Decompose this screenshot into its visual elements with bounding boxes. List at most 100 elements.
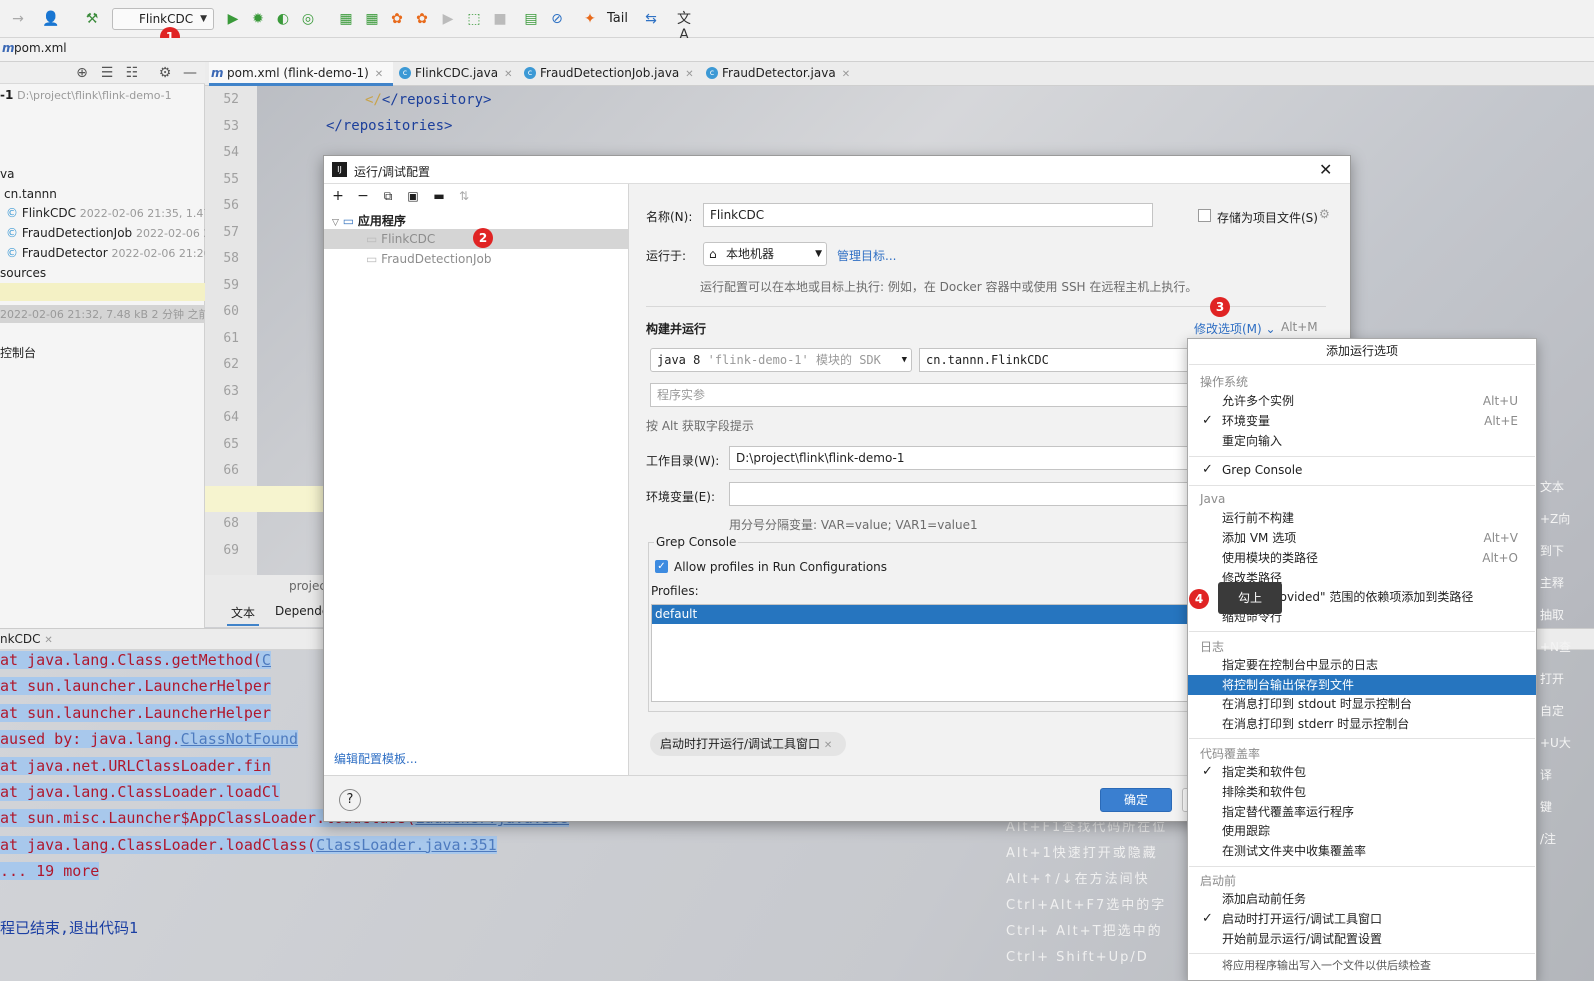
option-write-output[interactable]: 将应用程序输出写入一个文件以供后续检查 (1188, 956, 1536, 976)
option-show-stdout[interactable]: 在消息打印到 stdout 时显示控制台 (1188, 694, 1536, 714)
open-tool-window-chip[interactable]: 启动时打开运行/调试工具窗口 ✕ (650, 732, 846, 756)
console-line[interactable]: at sun.launcher.LauncherHelper (0, 677, 271, 696)
debug-icon[interactable]: ✹ (250, 11, 266, 27)
tree-item-fraud-detection-job[interactable]: ▭ FraudDetectionJob (366, 252, 492, 266)
store-checkbox[interactable] (1198, 209, 1211, 222)
file-node[interactable]: © FraudDetectionJob 2022-02-06 2 (6, 226, 205, 240)
tab-flinkcdc[interactable]: c FlinkCDC.java ✕ (397, 62, 519, 86)
console-link[interactable]: ClassNotFound (181, 730, 298, 748)
java-folder[interactable]: va (0, 167, 14, 181)
console-line[interactable]: at java.lang.ClassLoader.loadCl (0, 783, 280, 801)
store-label: 存储为项目文件(S) (1217, 211, 1318, 225)
file-node[interactable]: © FraudDetector 2022-02-06 21:26, (6, 246, 205, 260)
help-button[interactable]: ? (339, 789, 361, 811)
chart-icon[interactable]: ▤ (523, 11, 539, 27)
translate-icon[interactable]: 文A (676, 11, 692, 43)
close-icon[interactable]: ✕ (1319, 160, 1332, 179)
console-line[interactable]: at sun.launcher.LauncherHelper (0, 703, 271, 722)
console-line[interactable]: at java.net.URLClassLoader.fin (0, 756, 271, 775)
modify-options-link[interactable]: 修改选项(M) ⌄ (1194, 320, 1276, 337)
option-show-settings[interactable]: 开始前显示运行/调试配置设置 (1188, 929, 1536, 949)
allow-profiles-checkbox[interactable]: ✓ (655, 560, 668, 573)
option-cov-tracing[interactable]: 使用跟踪 (1188, 821, 1536, 841)
tail-label[interactable]: Tail (607, 11, 628, 26)
option-cov-test-folders[interactable]: 在测试文件夹中收集覆盖率 (1188, 841, 1536, 861)
option-redirect-input[interactable]: 重定向输入 (1188, 431, 1536, 451)
tab-text[interactable]: 文本 (227, 604, 260, 626)
console-node[interactable]: 控制台 (0, 344, 36, 361)
option-log-console[interactable]: 指定要在控制台中显示的日志 (1188, 655, 1536, 675)
option-module-classpath[interactable]: 使用模块的类路径 Alt+O (1188, 548, 1536, 568)
tab-dependencies[interactable]: Depende (275, 604, 329, 618)
attach-debugger-icon[interactable]: ⬚ (466, 11, 482, 27)
option-add-before-task[interactable]: 添加启动前任务 (1188, 889, 1536, 909)
remove-icon[interactable]: − (355, 188, 371, 204)
copy-icon[interactable]: ⧉ (380, 188, 396, 204)
sort-icon[interactable]: ⇅ (456, 188, 472, 204)
expand-all-icon[interactable]: ☰ (99, 65, 115, 81)
save-icon[interactable]: ▣ (405, 188, 421, 204)
tab-pom-xml[interactable]: m pom.xml (flink-demo-1) ✕ (209, 62, 393, 86)
tree-item-flinkcdc[interactable]: ▭ FlinkCDC (366, 232, 435, 246)
ok-button[interactable]: 确定 (1100, 788, 1172, 812)
option-cov-classes[interactable]: ✓ 指定类和软件包 (1188, 762, 1536, 782)
tab-fraud-detection-job[interactable]: c FraudDetectionJob.java ✕ (522, 62, 700, 86)
build-module-icon[interactable]: ▦ (338, 11, 354, 27)
build-hammer-icon[interactable]: ⚒ (84, 11, 100, 27)
resume-icon[interactable]: ▶ (440, 11, 456, 27)
gear-icon[interactable]: ⚙ (157, 65, 173, 81)
pom-row[interactable]: 2022-02-06 21:32, 7.48 kB 2 分钟 之前 (0, 305, 205, 323)
gear-icon[interactable]: ⚙ (1319, 207, 1330, 221)
tab-project[interactable]: projec (289, 579, 326, 593)
minimize-icon[interactable]: — (182, 65, 198, 81)
add-icon[interactable]: + (330, 188, 346, 204)
forward-icon[interactable]: → (10, 11, 26, 27)
debug-plugin-icon[interactable]: ✿ (414, 11, 430, 27)
tail-icon[interactable]: ✦ (582, 11, 598, 27)
coverage-icon[interactable]: ◐ (275, 11, 291, 27)
console-line[interactable]: ... 19 more (0, 862, 100, 881)
user-icon[interactable]: 👤 (42, 11, 59, 27)
run-config-selector[interactable]: FlinkCDC ▼ (112, 8, 214, 30)
console-link[interactable]: C (262, 651, 271, 669)
option-open-tool-window[interactable]: ✓ 启动时打开运行/调试工具窗口 (1188, 909, 1536, 929)
sdk-select[interactable]: java 8 'flink-demo-1' 模块的 SDK ▼ (650, 348, 912, 372)
sources-node[interactable]: sources (0, 266, 46, 280)
console-line[interactable]: at java.lang.ClassLoader.loadClass(Class… (0, 835, 497, 854)
tree-root[interactable]: ▽ ▭ 应用程序 (332, 212, 406, 229)
option-cov-runner[interactable]: 指定替代覆盖率运行程序 (1188, 802, 1536, 822)
option-env-vars[interactable]: ✓ 环境变量 Alt+E (1188, 411, 1536, 431)
locate-icon[interactable]: ⊕ (74, 65, 90, 81)
profile-icon[interactable]: ◎ (300, 11, 316, 27)
stop-icon[interactable]: ■ (492, 11, 508, 27)
option-add-vm[interactable]: 添加 VM 选项 Alt+V (1188, 528, 1536, 548)
name-field[interactable]: FlinkCDC (703, 203, 1153, 227)
no-entry-icon[interactable]: ⊘ (549, 11, 565, 27)
collapse-all-icon[interactable]: ☷ (124, 65, 140, 81)
tab-fraud-detector[interactable]: c FraudDetector.java ✕ (704, 62, 856, 86)
run-on-select[interactable]: ⌂ 本地机器 ▼ (703, 242, 827, 266)
option-show-stderr[interactable]: 在消息打印到 stderr 时显示控制台 (1188, 714, 1536, 734)
edit-templates-link[interactable]: 编辑配置模板... (334, 750, 417, 767)
package-node[interactable]: cn.tannn (4, 187, 57, 201)
folder-icon[interactable]: ▬ (431, 188, 447, 204)
switch-icon[interactable]: ⇆ (643, 11, 659, 27)
breadcrumb-file[interactable]: pom.xml (14, 41, 67, 55)
file-node[interactable]: © FlinkCDC 2022-02-06 21:35, 1.47 k (6, 206, 205, 220)
code-line-53[interactable]: </repositories> (326, 118, 452, 134)
console-line[interactable]: aused by: java.lang.ClassNotFound (0, 730, 299, 749)
option-allow-multiple[interactable]: 允许多个实例 Alt+U (1188, 391, 1536, 411)
rebuild-icon[interactable]: ▦ (364, 11, 380, 27)
console-link[interactable]: ClassLoader.java:351 (316, 836, 497, 854)
code-line-52[interactable]: </</repository> (365, 92, 491, 108)
manage-targets-link[interactable]: 管理目标... (837, 247, 896, 264)
console-line[interactable]: at java.lang.Class.getMethod(C (0, 651, 271, 669)
option-save-output[interactable]: 将控制台输出保存到文件 (1188, 675, 1536, 695)
hot-swap-icon[interactable]: ✿ (389, 11, 405, 27)
project-root[interactable]: -1 D:\project\flink\flink-demo-1 (0, 88, 205, 102)
option-no-build[interactable]: 运行前不构建 (1188, 508, 1536, 528)
run-icon[interactable]: ▶ (225, 11, 241, 27)
option-cov-exclude[interactable]: 排除类和软件包 (1188, 782, 1536, 802)
run-tab[interactable]: nkCDC ✕ (0, 632, 53, 646)
option-grep-console[interactable]: ✓ Grep Console (1188, 460, 1536, 480)
